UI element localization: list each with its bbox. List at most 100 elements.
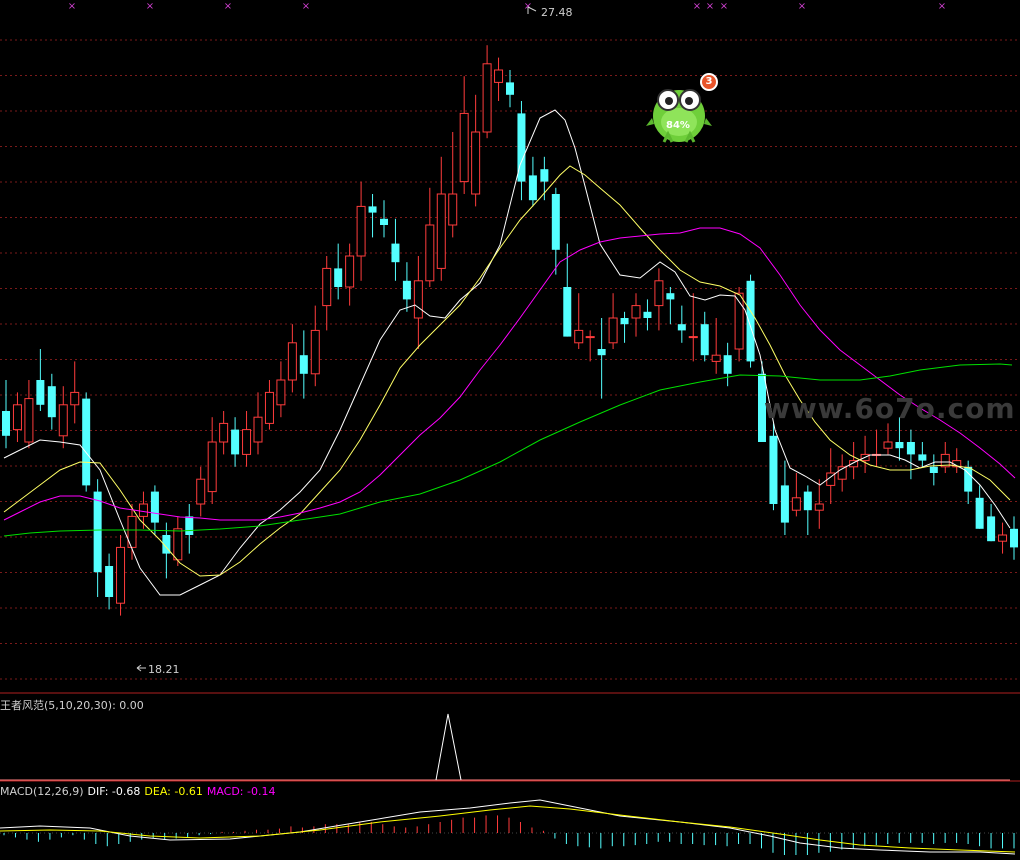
candle-body <box>368 206 377 213</box>
candle-body <box>436 193 446 269</box>
ma20-line <box>3 227 1016 521</box>
candle-body <box>24 398 34 443</box>
candle-body <box>906 442 915 455</box>
candle-body <box>299 355 308 374</box>
candle-body <box>356 205 366 257</box>
candle-body <box>242 429 252 455</box>
candle-body <box>540 169 549 182</box>
candle-body <box>105 566 114 597</box>
candle-body <box>196 478 206 505</box>
candle-body <box>608 317 618 344</box>
candle-body <box>597 349 606 356</box>
top-marker: × <box>224 1 232 12</box>
candle-body <box>494 69 504 83</box>
high-price-label: 27.48 <box>541 6 573 19</box>
candle-body <box>391 243 400 263</box>
owl-percent: 84% <box>666 120 690 131</box>
candle-body <box>459 112 469 183</box>
candle-body <box>219 422 229 443</box>
low-price-arrow <box>136 664 146 672</box>
candle-body <box>425 224 435 282</box>
notification-badge[interactable]: 3 <box>700 73 718 91</box>
top-marker: × <box>693 1 701 12</box>
candle-body <box>998 534 1008 542</box>
candle-body <box>528 175 537 201</box>
candle-body <box>70 391 80 406</box>
candle-body <box>47 386 56 418</box>
macd-title: MACD(12,26,9) DIF: -0.68 DEA: -0.61 MACD: -… <box>0 785 279 798</box>
candle-body <box>551 194 560 250</box>
candle-body <box>448 193 458 226</box>
candle-body <box>413 280 423 319</box>
candle-body <box>574 329 584 344</box>
stock-chart-window: × × × × × × × × × × www.6o7o.com 27.48 18.21 王者风范… <box>0 0 1020 860</box>
candle-body <box>654 280 664 307</box>
candle-body <box>791 497 801 511</box>
candle-body <box>814 503 824 511</box>
top-marker: × <box>302 1 310 12</box>
candle-body <box>585 336 595 339</box>
candle-body <box>746 280 755 362</box>
candle-body <box>643 311 652 318</box>
candle-body <box>895 442 904 449</box>
candle-body <box>482 63 492 133</box>
candle-body <box>918 454 927 461</box>
candle-body <box>207 441 217 493</box>
top-marker: × <box>68 1 76 12</box>
candle-body <box>688 336 698 339</box>
top-marker: × <box>720 1 728 12</box>
candle-body <box>620 318 629 325</box>
candle-body <box>253 416 263 443</box>
candle-body <box>2 411 10 436</box>
candle-body <box>380 218 388 225</box>
watermark-text: www.6o7o.com <box>764 392 1016 425</box>
candle-body <box>334 268 343 287</box>
candle-body <box>780 485 789 523</box>
candle-body <box>58 404 68 437</box>
candle-body <box>287 342 297 381</box>
candle-body <box>93 491 102 573</box>
candle-body <box>506 82 514 95</box>
candle-body <box>769 435 778 504</box>
top-marker: × <box>706 1 714 12</box>
candle-body <box>36 380 45 405</box>
candle-body <box>82 398 91 486</box>
low-price-label: 18.21 <box>148 663 180 676</box>
macd-dif: DIF: -0.68 <box>87 785 141 798</box>
macd-value: MACD: -0.14 <box>206 785 276 798</box>
candle-body <box>563 287 572 337</box>
candle-body <box>987 516 996 542</box>
candle-body <box>173 528 183 561</box>
macd-dea-line <box>0 805 1016 853</box>
candle-body <box>471 131 481 195</box>
candle-body <box>929 466 938 473</box>
candle-body <box>12 404 22 431</box>
candle-body <box>345 255 355 288</box>
candle-body <box>310 329 320 375</box>
candle-body <box>1010 528 1018 548</box>
candle-body <box>138 503 148 517</box>
candle-body <box>150 491 159 523</box>
signal-spike <box>435 713 462 781</box>
candle-body <box>276 379 286 406</box>
signal-indicator-title: 王者风范(5,10,20,30): 0.00 <box>0 697 144 713</box>
candle-body <box>666 293 675 300</box>
candle-body <box>402 280 411 300</box>
candle-body <box>700 324 709 356</box>
candle-body <box>116 546 126 604</box>
signal-indicator-value: : 0.00 <box>112 699 144 712</box>
candle-body <box>322 267 332 307</box>
candle-body <box>723 355 732 374</box>
chart-canvas[interactable]: × × × × × × × × × × <box>0 0 1020 860</box>
signal-indicator-name: 王者风范(5,10,20,30) <box>0 699 113 712</box>
candle-body <box>264 391 274 424</box>
candle-body <box>231 429 240 455</box>
top-marker: × <box>798 1 806 12</box>
macd-name: MACD(12,26,9) <box>0 785 84 798</box>
candle-body <box>677 324 686 331</box>
candle-body <box>631 305 641 319</box>
candle-body <box>975 497 984 529</box>
candle-body <box>185 516 194 535</box>
macd-dea: DEA: -0.61 <box>144 785 203 798</box>
top-marker: × <box>146 1 154 12</box>
